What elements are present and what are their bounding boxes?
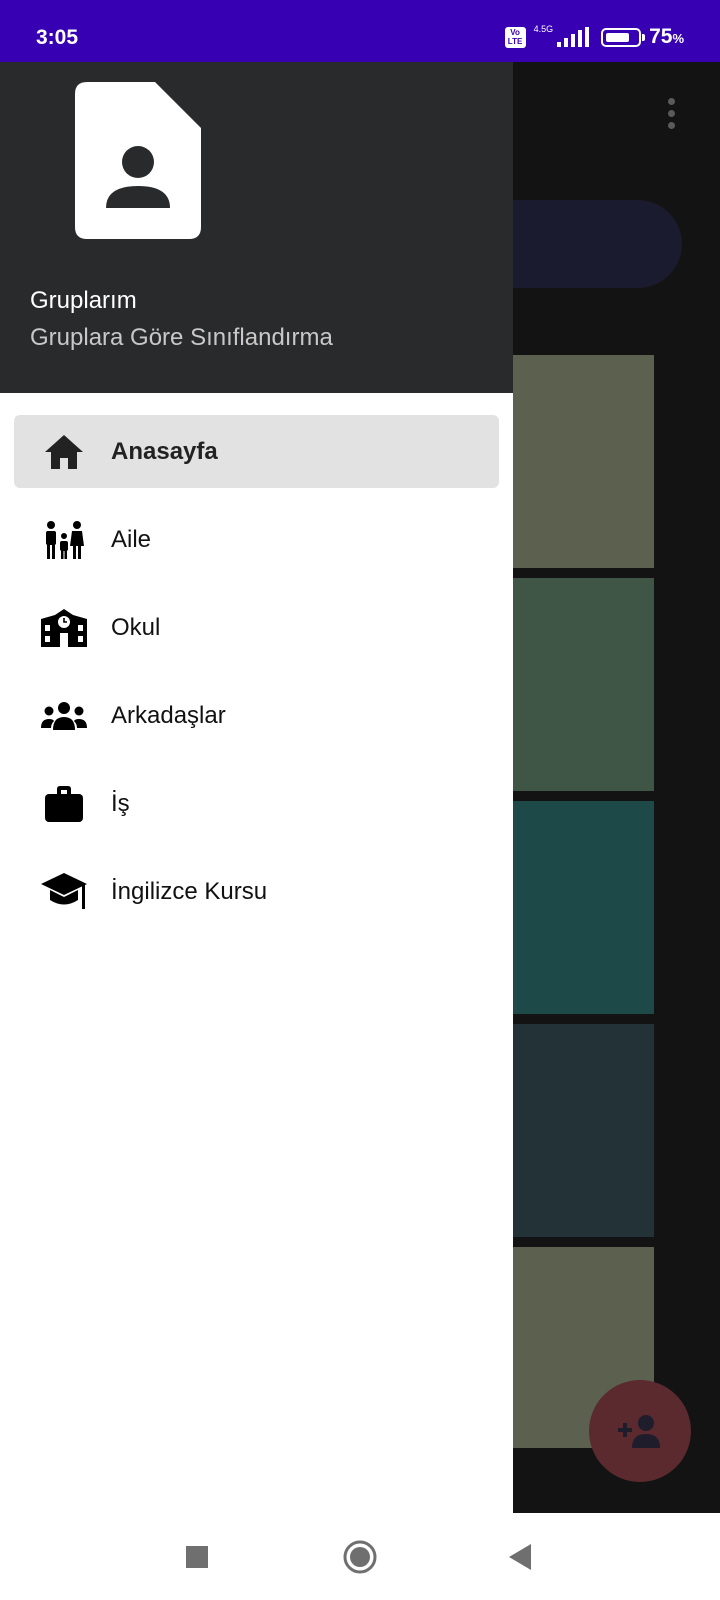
volte-bottom-label: LTE: [507, 36, 523, 46]
battery-percent-unit: %: [672, 31, 684, 46]
graduation-cap-icon: [40, 868, 88, 916]
recents-button[interactable]: [157, 1513, 237, 1600]
network-type-label: 4.5G: [533, 24, 554, 34]
battery-percent-value: 75: [649, 25, 673, 48]
briefcase-icon: [40, 780, 88, 828]
menu-item-label: İş: [111, 789, 130, 817]
back-triangle-icon: [509, 1543, 531, 1570]
family-icon: [40, 516, 88, 564]
menu-item-label: Anasayfa: [111, 437, 218, 465]
menu-item-aile[interactable]: Aile: [14, 503, 499, 576]
drawer-title: Gruplarım: [30, 287, 137, 314]
menu-item-label: Aile: [111, 525, 152, 553]
more-vert-icon: [668, 98, 676, 129]
add-person-icon: [618, 1415, 660, 1448]
status-bar: 3:05 Vo LTE 4.5G 75%: [0, 0, 720, 62]
drawer-subtitle: Gruplara Göre Sınıflandırma: [30, 324, 333, 351]
system-navigation-bar: [0, 1513, 720, 1600]
menu-item-arkadaslar[interactable]: Arkadaşlar: [14, 679, 499, 752]
menu-item-ingilizce-kursu[interactable]: İngilizce Kursu: [14, 855, 499, 928]
square-icon: [186, 1545, 208, 1568]
menu-item-anasayfa[interactable]: Anasayfa: [14, 415, 499, 488]
drawer-menu: Anasayfa Aile Okul Arkadaşlar İş İngiliz…: [14, 415, 499, 943]
menu-item-is[interactable]: İş: [14, 767, 499, 840]
status-icons: Vo LTE 4.5G 75%: [504, 24, 684, 50]
drawer-header: Gruplarım Gruplara Göre Sınıflandırma: [0, 62, 513, 393]
volte-icon: Vo LTE: [504, 26, 526, 48]
people-icon: [40, 692, 88, 740]
signal-icon: [557, 27, 590, 47]
menu-item-label: Arkadaşlar: [111, 701, 226, 729]
battery-percent: 75%: [649, 25, 684, 49]
battery-fill: [606, 32, 630, 42]
home-button[interactable]: [320, 1513, 400, 1600]
status-time: 3:05: [36, 26, 79, 49]
home-icon: [40, 428, 88, 476]
menu-item-label: Okul: [111, 613, 161, 641]
navigation-drawer: Gruplarım Gruplara Göre Sınıflandırma An…: [0, 62, 513, 1513]
circle-home-icon: [343, 1540, 377, 1573]
battery-icon: [601, 27, 646, 47]
menu-item-okul[interactable]: Okul: [14, 591, 499, 664]
menu-item-label: İngilizce Kursu: [111, 877, 268, 905]
add-contact-fab: [589, 1380, 691, 1482]
back-button[interactable]: [480, 1513, 560, 1600]
contact-file-icon: [75, 82, 201, 239]
volte-top-label: Vo: [510, 27, 520, 37]
school-icon: [40, 604, 88, 652]
